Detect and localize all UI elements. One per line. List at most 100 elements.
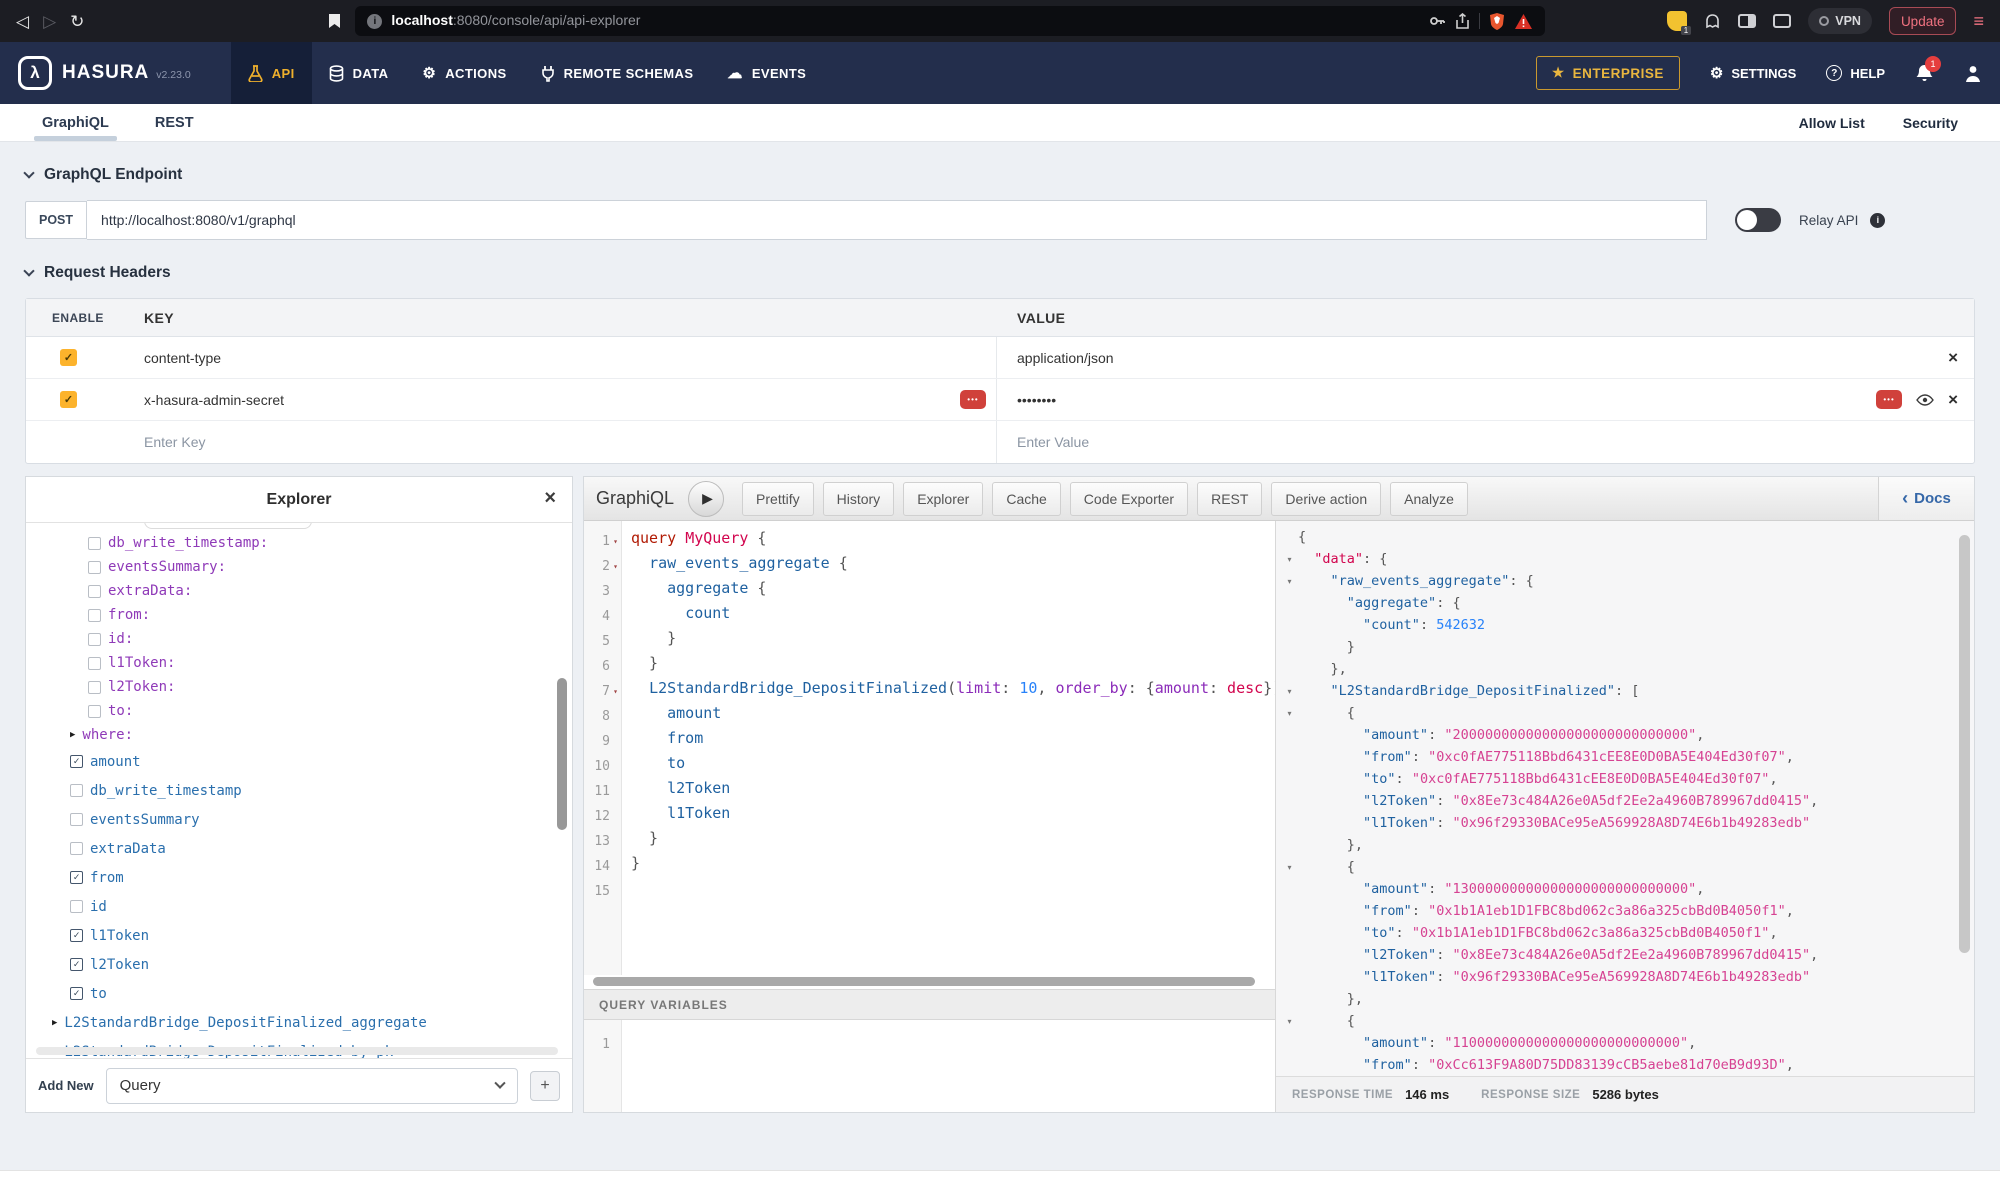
add-operation-button[interactable]: +	[530, 1071, 560, 1101]
toolbar-button-rest[interactable]: REST	[1197, 482, 1262, 516]
explorer-item-where-[interactable]: ▶where:	[26, 723, 572, 747]
checkbox-icon[interactable]	[88, 633, 101, 646]
code-line[interactable]: L2StandardBridge_DepositFinalized(limit:…	[631, 679, 1275, 704]
toolbar-button-explorer[interactable]: Explorer	[903, 482, 983, 516]
explorer-item-from-[interactable]: from:	[26, 603, 572, 627]
query-variables-bar[interactable]: QUERY VARIABLES	[584, 989, 1275, 1020]
checkbox-icon[interactable]	[88, 681, 101, 694]
docs-button[interactable]: ‹ Docs	[1878, 477, 1974, 520]
key-icon[interactable]	[1428, 12, 1446, 30]
wallet-extension-icon[interactable]	[1773, 14, 1791, 28]
response-scrollbar[interactable]	[1959, 535, 1970, 953]
header-value[interactable]: application/json	[1017, 350, 1114, 366]
explorer-item-from[interactable]: ✓from	[26, 863, 572, 892]
remove-header-icon[interactable]: ×	[1948, 348, 1958, 368]
toolbar-button-derive-action[interactable]: Derive action	[1271, 482, 1381, 516]
enterprise-button[interactable]: ★ ENTERPRISE	[1536, 56, 1680, 90]
toolbar-button-analyze[interactable]: Analyze	[1390, 482, 1468, 516]
fold-arrow-icon[interactable]: ▾	[610, 537, 621, 546]
scrollbar-thumb[interactable]	[593, 977, 1255, 986]
checkbox-icon[interactable]	[88, 705, 101, 718]
fold-arrow-icon[interactable]: ▾	[1281, 555, 1298, 564]
hasura-logo[interactable]: λ	[18, 56, 52, 90]
address-bar[interactable]: i localhost:8080/console/api/api-explore…	[355, 6, 1545, 36]
explorer-item-l1token[interactable]: ✓l1Token	[26, 921, 572, 950]
checkbox-icon[interactable]: ✓	[70, 929, 83, 942]
explorer-item-id-[interactable]: id:	[26, 627, 572, 651]
checkbox-icon[interactable]	[70, 784, 83, 797]
checkbox-icon[interactable]: ✓	[70, 987, 83, 1000]
relay-info-icon[interactable]: i	[1870, 213, 1885, 228]
code-line[interactable]: count	[631, 604, 1275, 629]
fold-arrow-icon[interactable]: ▾	[610, 687, 621, 696]
code-line[interactable]: from	[631, 729, 1275, 754]
explorer-item-db-write-timestamp-[interactable]: db_write_timestamp:	[26, 531, 572, 555]
code-line[interactable]: }	[631, 629, 1275, 654]
explorer-item-l1token-[interactable]: l1Token:	[26, 651, 572, 675]
enable-checkbox[interactable]: ✓	[60, 391, 77, 408]
toolbar-button-prettify[interactable]: Prettify	[742, 482, 814, 516]
remove-header-icon[interactable]: ×	[1948, 390, 1958, 410]
checkbox-icon[interactable]	[70, 900, 83, 913]
explorer-item-db-write-timestamp[interactable]: db_write_timestamp	[26, 776, 572, 805]
explorer-item-eventssummary[interactable]: eventsSummary	[26, 805, 572, 834]
code-line[interactable]: aggregate {	[631, 579, 1275, 604]
secret-badge-icon[interactable]: •••	[960, 390, 986, 409]
code-line[interactable]: }	[631, 654, 1275, 679]
execute-query-button[interactable]: ▶	[688, 481, 724, 517]
enable-checkbox[interactable]: ✓	[60, 349, 77, 366]
notes-extension-icon[interactable]: 1	[1667, 11, 1687, 31]
checkbox-icon[interactable]	[70, 842, 83, 855]
browser-back-icon[interactable]: ◁	[16, 13, 29, 30]
reveal-eye-icon[interactable]	[1916, 394, 1934, 406]
security-link[interactable]: Security	[1903, 115, 1958, 131]
allow-list-link[interactable]: Allow List	[1799, 115, 1865, 131]
nav-item-data[interactable]: DATA	[312, 42, 406, 104]
request-headers-heading[interactable]: Request Headers	[25, 264, 1975, 282]
code-line[interactable]	[631, 879, 1275, 904]
explorer-item-id[interactable]: id	[26, 892, 572, 921]
site-info-icon[interactable]: i	[367, 14, 382, 29]
checkbox-icon[interactable]	[88, 585, 101, 598]
vpn-button[interactable]: VPN	[1808, 8, 1872, 34]
settings-button[interactable]: ⚙ SETTINGS	[1710, 64, 1796, 82]
checkbox-icon[interactable]	[88, 609, 101, 622]
account-button[interactable]	[1964, 64, 1982, 83]
editor-lines[interactable]: query MyQuery { raw_events_aggregate { a…	[622, 521, 1275, 975]
checkbox-icon[interactable]	[88, 537, 101, 550]
explorer-item-extradata-[interactable]: extraData:	[26, 579, 572, 603]
endpoint-url-input[interactable]: http://localhost:8080/v1/graphql	[87, 200, 1707, 240]
sidebar-extension-icon[interactable]	[1738, 14, 1756, 28]
explorer-item-extradata[interactable]: extraData	[26, 834, 572, 863]
checkbox-icon[interactable]: ✓	[70, 755, 83, 768]
editor-horizontal-scrollbar[interactable]	[584, 975, 1275, 989]
code-line[interactable]: l1Token	[631, 804, 1275, 829]
toolbar-button-code-exporter[interactable]: Code Exporter	[1070, 482, 1188, 516]
checkbox-icon[interactable]: ✓	[70, 871, 83, 884]
header-key[interactable]: x-hasura-admin-secret	[144, 392, 284, 408]
code-line[interactable]: }	[631, 829, 1275, 854]
explorer-item-l2token[interactable]: ✓l2Token	[26, 950, 572, 979]
explorer-item-to[interactable]: ✓to	[26, 979, 572, 1008]
query-editor[interactable]: 1▾2▾34567▾89101112131415 query MyQuery {…	[584, 521, 1275, 975]
notifications-button[interactable]: 1	[1915, 63, 1934, 83]
help-button[interactable]: ? HELP	[1826, 65, 1885, 81]
explorer-item-l2token-[interactable]: l2Token:	[26, 675, 572, 699]
operation-type-select[interactable]: Query	[106, 1068, 518, 1104]
nav-item-actions[interactable]: ⚙ ACTIONS	[405, 42, 523, 104]
bookmark-icon[interactable]	[328, 13, 341, 29]
fold-arrow-icon[interactable]: ▾	[1281, 1017, 1298, 1026]
code-line[interactable]: to	[631, 754, 1275, 779]
query-variables-editor[interactable]: 1	[584, 1020, 1275, 1112]
explorer-item-eventssummary-[interactable]: eventsSummary:	[26, 555, 572, 579]
code-line[interactable]: amount	[631, 704, 1275, 729]
relay-api-toggle[interactable]	[1735, 208, 1781, 232]
explorer-close-icon[interactable]: ×	[544, 487, 556, 510]
checkbox-icon[interactable]	[70, 813, 83, 826]
explorer-vertical-scrollbar[interactable]	[557, 678, 567, 830]
nav-item-api[interactable]: API	[231, 42, 312, 104]
secret-badge-icon[interactable]: •••	[1876, 390, 1902, 409]
browser-menu-icon[interactable]: ≡	[1973, 11, 1984, 32]
nav-item-events[interactable]: ☁ EVENTS	[710, 42, 823, 104]
explorer-item-l2standardbridge-depositfinalized-aggregate[interactable]: ▶L2StandardBridge_DepositFinalized_aggre…	[26, 1008, 572, 1037]
